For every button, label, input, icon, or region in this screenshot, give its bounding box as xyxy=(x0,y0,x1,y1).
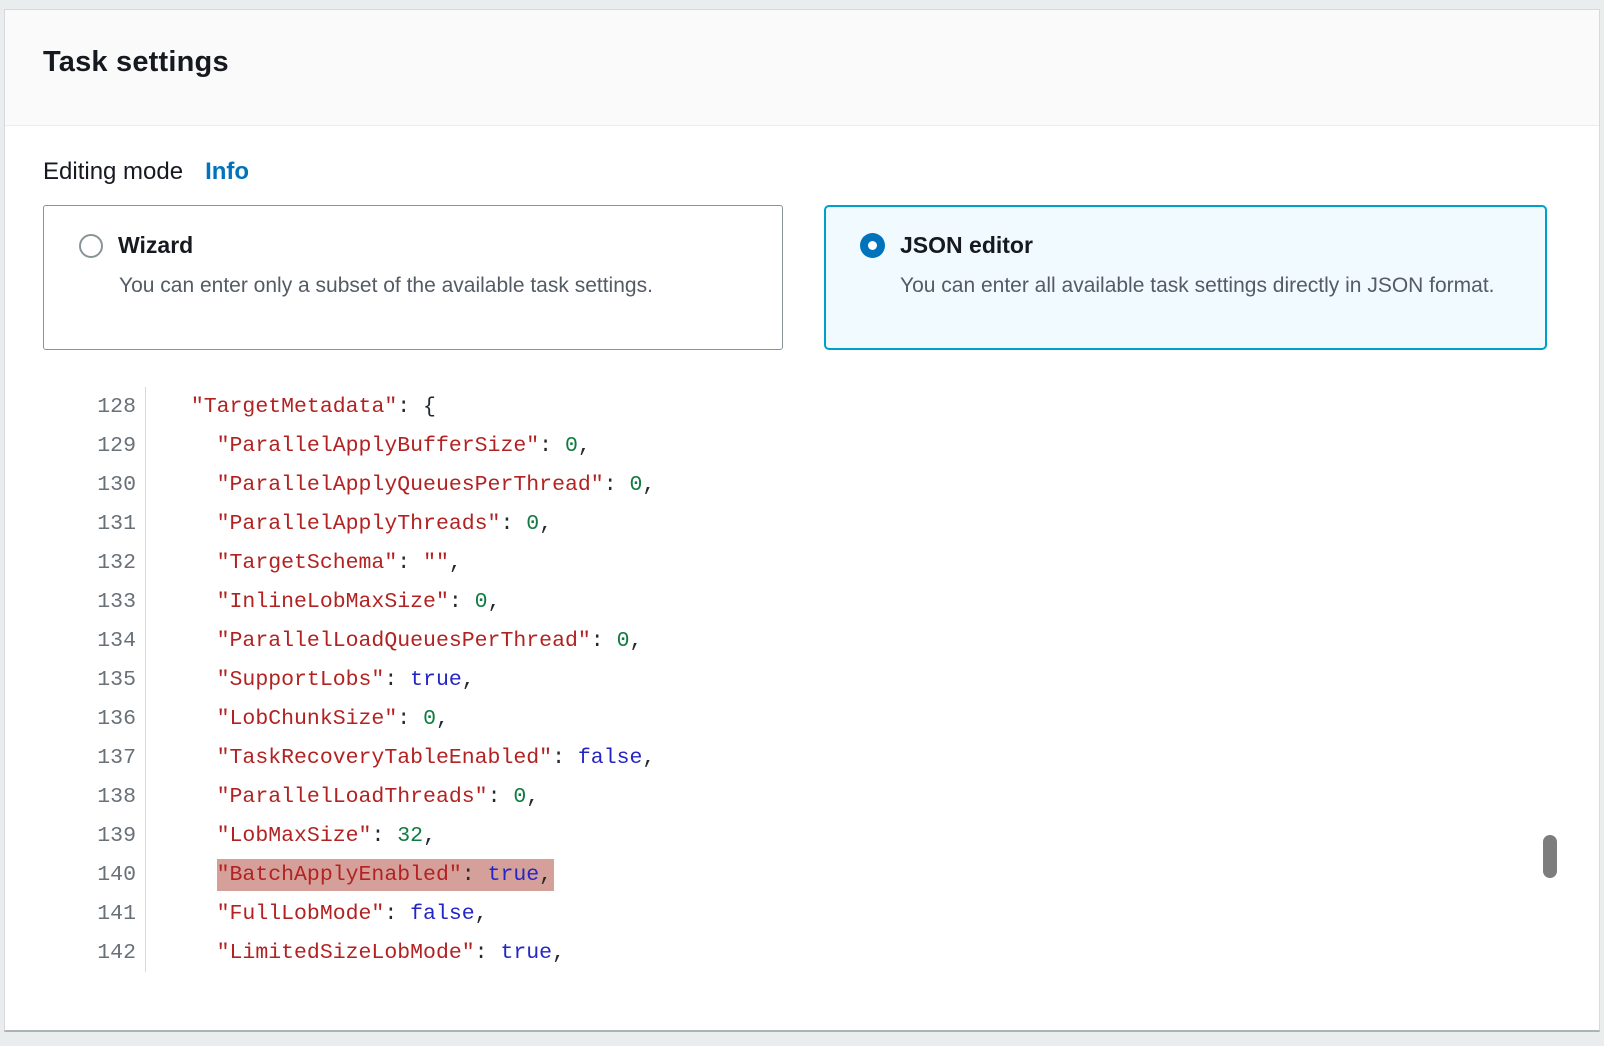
code-line-text: "SupportLobs": true, xyxy=(146,660,475,699)
line-number: 130 xyxy=(43,465,146,504)
code-line-text: "LobMaxSize": 32, xyxy=(146,816,436,855)
line-number: 128 xyxy=(43,387,146,426)
editing-mode-label: Editing mode xyxy=(43,158,183,186)
code-line-text: "FullLobMode": false, xyxy=(146,894,488,933)
code-line-135[interactable]: 135 "SupportLobs": true, xyxy=(43,660,1559,699)
line-number: 136 xyxy=(43,699,146,738)
code-line-text: "ParallelLoadQueuesPerThread": 0, xyxy=(146,621,642,660)
highlighted-code: "BatchApplyEnabled": true, xyxy=(217,859,554,891)
page-title: Task settings xyxy=(43,46,1599,79)
json-editor-radio-dot xyxy=(868,241,877,250)
line-number: 131 xyxy=(43,504,146,543)
code-line-text: "LimitedSizeLobMode": true, xyxy=(146,933,565,972)
tile-json-editor-description: You can enter all available task setting… xyxy=(900,267,1515,306)
tile-wizard-top: Wizard xyxy=(79,232,752,259)
task-settings-panel: Task settings Editing mode Info Wizard Y… xyxy=(4,9,1600,1032)
json-editor-radio[interactable] xyxy=(860,233,885,258)
code-line-142[interactable]: 142 "LimitedSizeLobMode": true, xyxy=(43,933,1559,972)
code-line-131[interactable]: 131 "ParallelApplyThreads": 0, xyxy=(43,504,1559,543)
tile-json-editor-label: JSON editor xyxy=(900,232,1033,259)
panel-body: Editing mode Info Wizard You can enter o… xyxy=(5,126,1599,972)
panel-header: Task settings xyxy=(5,10,1599,126)
line-number: 129 xyxy=(43,426,146,465)
code-line-text: "ParallelApplyQueuesPerThread": 0, xyxy=(146,465,655,504)
editor-scrollbar-thumb[interactable] xyxy=(1543,835,1557,878)
code-line-140[interactable]: 140 "BatchApplyEnabled": true, xyxy=(43,855,1559,894)
code-line-text: "ParallelApplyBufferSize": 0, xyxy=(146,426,591,465)
code-line-text: "InlineLobMaxSize": 0, xyxy=(146,582,500,621)
code-line-text: "TargetSchema": "", xyxy=(146,543,462,582)
code-line-137[interactable]: 137 "TaskRecoveryTableEnabled": false, xyxy=(43,738,1559,777)
line-number: 140 xyxy=(43,855,146,894)
code-line-text: "LobChunkSize": 0, xyxy=(146,699,449,738)
line-number: 142 xyxy=(43,933,146,972)
info-link[interactable]: Info xyxy=(205,158,249,186)
line-number: 134 xyxy=(43,621,146,660)
wizard-radio-dot xyxy=(87,241,96,250)
code-line-128[interactable]: 128 "TargetMetadata": { xyxy=(43,387,1559,426)
code-lines: 128 "TargetMetadata": {129 "ParallelAppl… xyxy=(43,387,1559,972)
code-line-129[interactable]: 129 "ParallelApplyBufferSize": 0, xyxy=(43,426,1559,465)
wizard-radio[interactable] xyxy=(79,234,103,258)
tile-wizard-label: Wizard xyxy=(118,232,193,259)
line-number: 135 xyxy=(43,660,146,699)
line-number: 139 xyxy=(43,816,146,855)
json-code-editor[interactable]: 128 "TargetMetadata": {129 "ParallelAppl… xyxy=(43,387,1559,972)
line-number: 133 xyxy=(43,582,146,621)
code-line-text: "BatchApplyEnabled": true, xyxy=(146,855,554,894)
tile-wizard-description: You can enter only a subset of the avail… xyxy=(119,267,734,306)
code-line-130[interactable]: 130 "ParallelApplyQueuesPerThread": 0, xyxy=(43,465,1559,504)
line-number: 137 xyxy=(43,738,146,777)
line-number: 141 xyxy=(43,894,146,933)
code-line-134[interactable]: 134 "ParallelLoadQueuesPerThread": 0, xyxy=(43,621,1559,660)
line-number: 132 xyxy=(43,543,146,582)
editing-mode-tiles: Wizard You can enter only a subset of th… xyxy=(43,205,1559,350)
code-line-text: "TaskRecoveryTableEnabled": false, xyxy=(146,738,655,777)
code-line-text: "TargetMetadata": { xyxy=(146,387,436,426)
tile-wizard[interactable]: Wizard You can enter only a subset of th… xyxy=(43,205,783,350)
tile-json-editor[interactable]: JSON editor You can enter all available … xyxy=(824,205,1547,350)
code-line-136[interactable]: 136 "LobChunkSize": 0, xyxy=(43,699,1559,738)
editing-mode-row: Editing mode Info xyxy=(43,158,1559,186)
code-line-text: "ParallelApplyThreads": 0, xyxy=(146,504,552,543)
code-line-138[interactable]: 138 "ParallelLoadThreads": 0, xyxy=(43,777,1559,816)
code-line-133[interactable]: 133 "InlineLobMaxSize": 0, xyxy=(43,582,1559,621)
code-line-141[interactable]: 141 "FullLobMode": false, xyxy=(43,894,1559,933)
line-number: 138 xyxy=(43,777,146,816)
code-line-text: "ParallelLoadThreads": 0, xyxy=(146,777,539,816)
tile-json-editor-top: JSON editor xyxy=(860,232,1515,259)
code-line-139[interactable]: 139 "LobMaxSize": 32, xyxy=(43,816,1559,855)
code-line-132[interactable]: 132 "TargetSchema": "", xyxy=(43,543,1559,582)
